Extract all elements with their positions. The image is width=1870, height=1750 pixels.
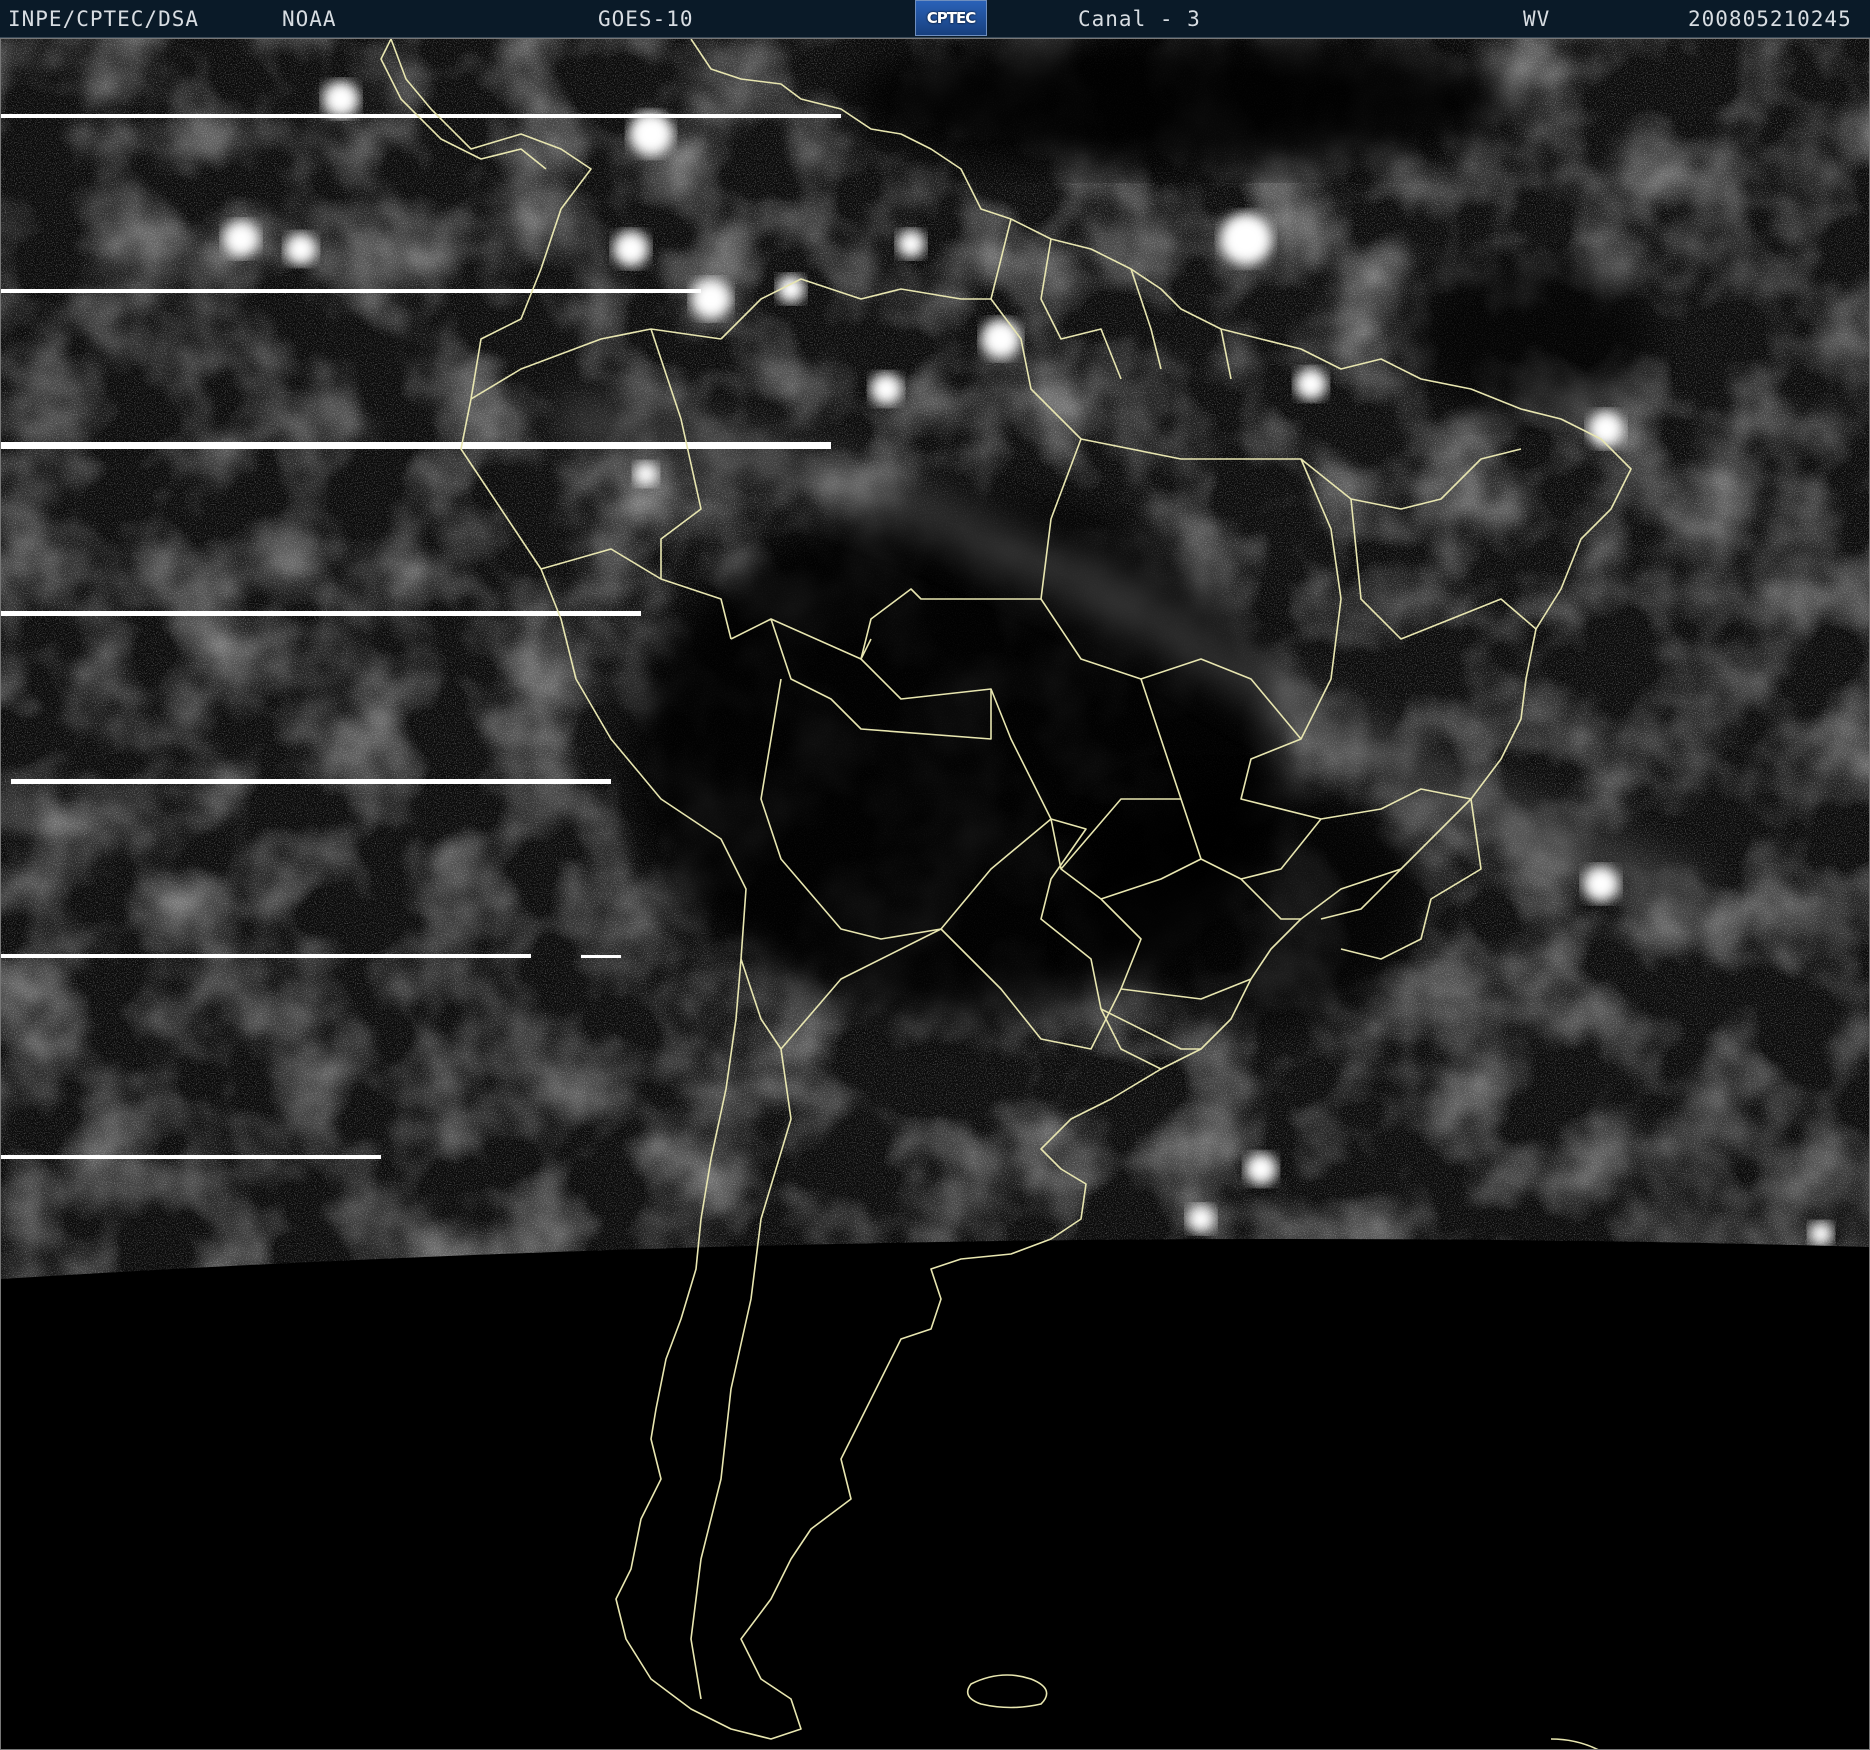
timestamp-label: 200805210245 — [1688, 7, 1852, 31]
imaged-region — [1, 39, 1869, 1279]
falklands-outline — [966, 1674, 1048, 1709]
cptec-logo: CPTEC — [915, 0, 987, 36]
band-label: WV — [1523, 7, 1551, 31]
operator-label: NOAA — [282, 7, 337, 31]
water-vapor-map — [1, 39, 1869, 1749]
satellite-label: GOES-10 — [598, 7, 694, 31]
south-georgia-outline — [1550, 1738, 1599, 1749]
agency-label: INPE/CPTEC/DSA — [8, 7, 200, 31]
channel-label: Canal - 3 — [1078, 7, 1201, 31]
satellite-image — [0, 38, 1870, 1750]
logo-text: CPTEC — [926, 9, 976, 27]
header-bar: INPE/CPTEC/DSA NOAA GOES-10 CPTEC Canal … — [0, 0, 1870, 38]
